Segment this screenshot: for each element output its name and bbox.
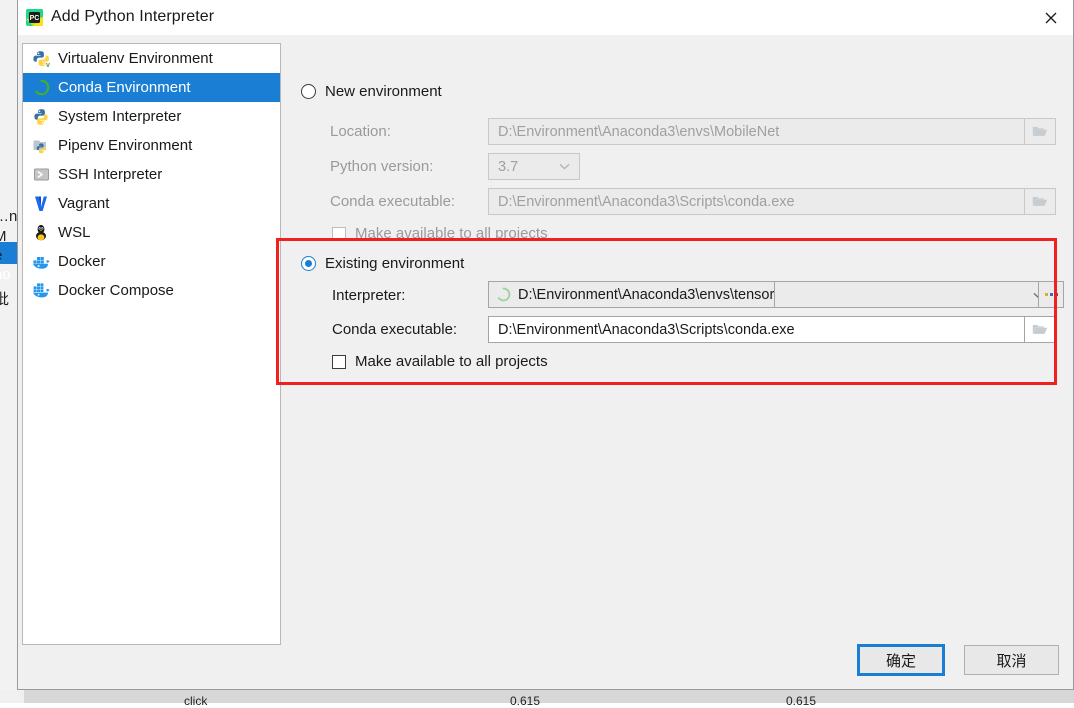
background-table-cell: click: [184, 694, 208, 708]
sidebar-item-vagrant[interactable]: Vagrant: [23, 189, 280, 218]
folder-icon: [1032, 127, 1048, 136]
existing-conda-executable-input[interactable]: D:\Environment\Anaconda3\Scripts\conda.e…: [488, 316, 1056, 343]
close-icon[interactable]: [1028, 0, 1073, 35]
checkbox-indicator: [332, 226, 346, 241]
folder-icon: [1032, 325, 1048, 334]
radio-indicator: [301, 256, 316, 271]
existing-environment-radio[interactable]: Existing environment: [301, 255, 464, 272]
existing-make-available-checkbox[interactable]: Make available to all projects: [332, 353, 548, 370]
interpreter-select-rest[interactable]: [775, 281, 1056, 308]
existing-make-available-label: Make available to all projects: [355, 353, 548, 370]
new-conda-executable-browse-button[interactable]: [1024, 188, 1056, 215]
python-icon: [31, 107, 51, 127]
sidebar-item-label: WSL: [58, 224, 91, 241]
new-make-available-checkbox[interactable]: Make available to all projects: [332, 225, 548, 242]
svg-text:PC: PC: [30, 15, 40, 22]
location-input[interactable]: D:\Environment\Anaconda3\envs\MobileNet: [488, 118, 1056, 145]
location-label: Location:: [330, 123, 391, 140]
interpreter-browse-button[interactable]: [1038, 281, 1064, 308]
sidebar-item-label: System Interpreter: [58, 108, 182, 125]
interpreter-value: D:\Environment\Anaconda3\envs\tensor2.1\…: [518, 286, 774, 303]
sidebar-item-virtualenv-environment[interactable]: v Virtualenv Environment: [23, 44, 280, 73]
existing-environment-radio-label: Existing environment: [325, 255, 465, 272]
sidebar-item-docker-compose[interactable]: Docker Compose: [23, 276, 280, 305]
ssh-terminal-icon: [31, 165, 51, 185]
docker-icon: [31, 252, 51, 272]
sidebar-item-label: Conda Environment: [58, 79, 191, 96]
docker-compose-icon: [31, 281, 51, 301]
ok-button[interactable]: 确定: [857, 644, 945, 676]
ellipsis-icon: [1044, 293, 1058, 296]
new-environment-radio-label: New environment: [325, 83, 442, 100]
sidebar-item-wsl[interactable]: WSL: [23, 218, 280, 247]
pipenv-icon: [31, 136, 51, 156]
sidebar-item-pipenv-environment[interactable]: Pipenv Environment: [23, 131, 280, 160]
sidebar-item-label: Docker Compose: [58, 282, 174, 299]
background-table-cell: 0.615: [786, 694, 817, 708]
radio-indicator: [301, 84, 316, 99]
virtualenv-icon: v: [31, 49, 51, 69]
existing-conda-executable-label: Conda executable:: [332, 321, 458, 338]
existing-conda-executable-browse-button[interactable]: [1024, 316, 1056, 343]
pycharm-icon: PC: [26, 9, 43, 26]
background-text-fragment: no: [0, 266, 11, 283]
folder-icon: [1032, 197, 1048, 206]
conda-icon: [495, 286, 512, 303]
background-text-fragment: M: [0, 228, 7, 245]
sidebar-item-label: SSH Interpreter: [58, 166, 163, 183]
dialog-title: Add Python Interpreter: [51, 8, 215, 25]
sidebar-item-conda-environment[interactable]: Conda Environment: [23, 73, 280, 102]
background-text-fragment: e: [0, 247, 2, 264]
chevron-down-icon[interactable]: [550, 153, 579, 180]
sidebar-item-label: Virtualenv Environment: [58, 50, 213, 67]
background-text-fragment: 批: [0, 288, 9, 309]
add-python-interpreter-dialog: PC Add Python Interpreter v Virtualenv E…: [17, 0, 1074, 690]
vagrant-icon: [31, 194, 51, 214]
interpreter-select[interactable]: D:\Environment\Anaconda3\envs\tensor2.1\…: [488, 281, 775, 308]
sidebar-item-label: Vagrant: [58, 195, 110, 212]
svg-text:v: v: [46, 62, 50, 68]
conda-icon: [31, 78, 51, 98]
new-conda-executable-input[interactable]: D:\Environment\Anaconda3\Scripts\conda.e…: [488, 188, 1056, 215]
background-text-fragment: …n: [0, 208, 18, 225]
environment-type-list[interactable]: v Virtualenv Environment Conda Environme…: [22, 43, 281, 645]
location-browse-button[interactable]: [1024, 118, 1056, 145]
sidebar-item-system-interpreter[interactable]: System Interpreter: [23, 102, 280, 131]
linux-penguin-icon: [31, 223, 51, 243]
dialog-footer: 确定 取消: [18, 629, 1073, 689]
dialog-body: v Virtualenv Environment Conda Environme…: [18, 35, 1073, 645]
dialog-titlebar: PC Add Python Interpreter: [18, 0, 1073, 35]
background-table-cell: 0.615: [510, 694, 541, 708]
new-environment-radio[interactable]: New environment: [301, 83, 442, 100]
sidebar-item-label: Pipenv Environment: [58, 137, 193, 154]
checkbox-indicator: [332, 354, 346, 369]
sidebar-item-ssh-interpreter[interactable]: SSH Interpreter: [23, 160, 280, 189]
cancel-button[interactable]: 取消: [964, 645, 1059, 675]
interpreter-label: Interpreter:: [332, 287, 406, 304]
new-make-available-label: Make available to all projects: [355, 225, 548, 242]
sidebar-item-docker[interactable]: Docker: [23, 247, 280, 276]
new-conda-executable-label: Conda executable:: [330, 193, 456, 210]
sidebar-item-label: Docker: [58, 253, 106, 270]
python-version-label: Python version:: [330, 158, 434, 175]
